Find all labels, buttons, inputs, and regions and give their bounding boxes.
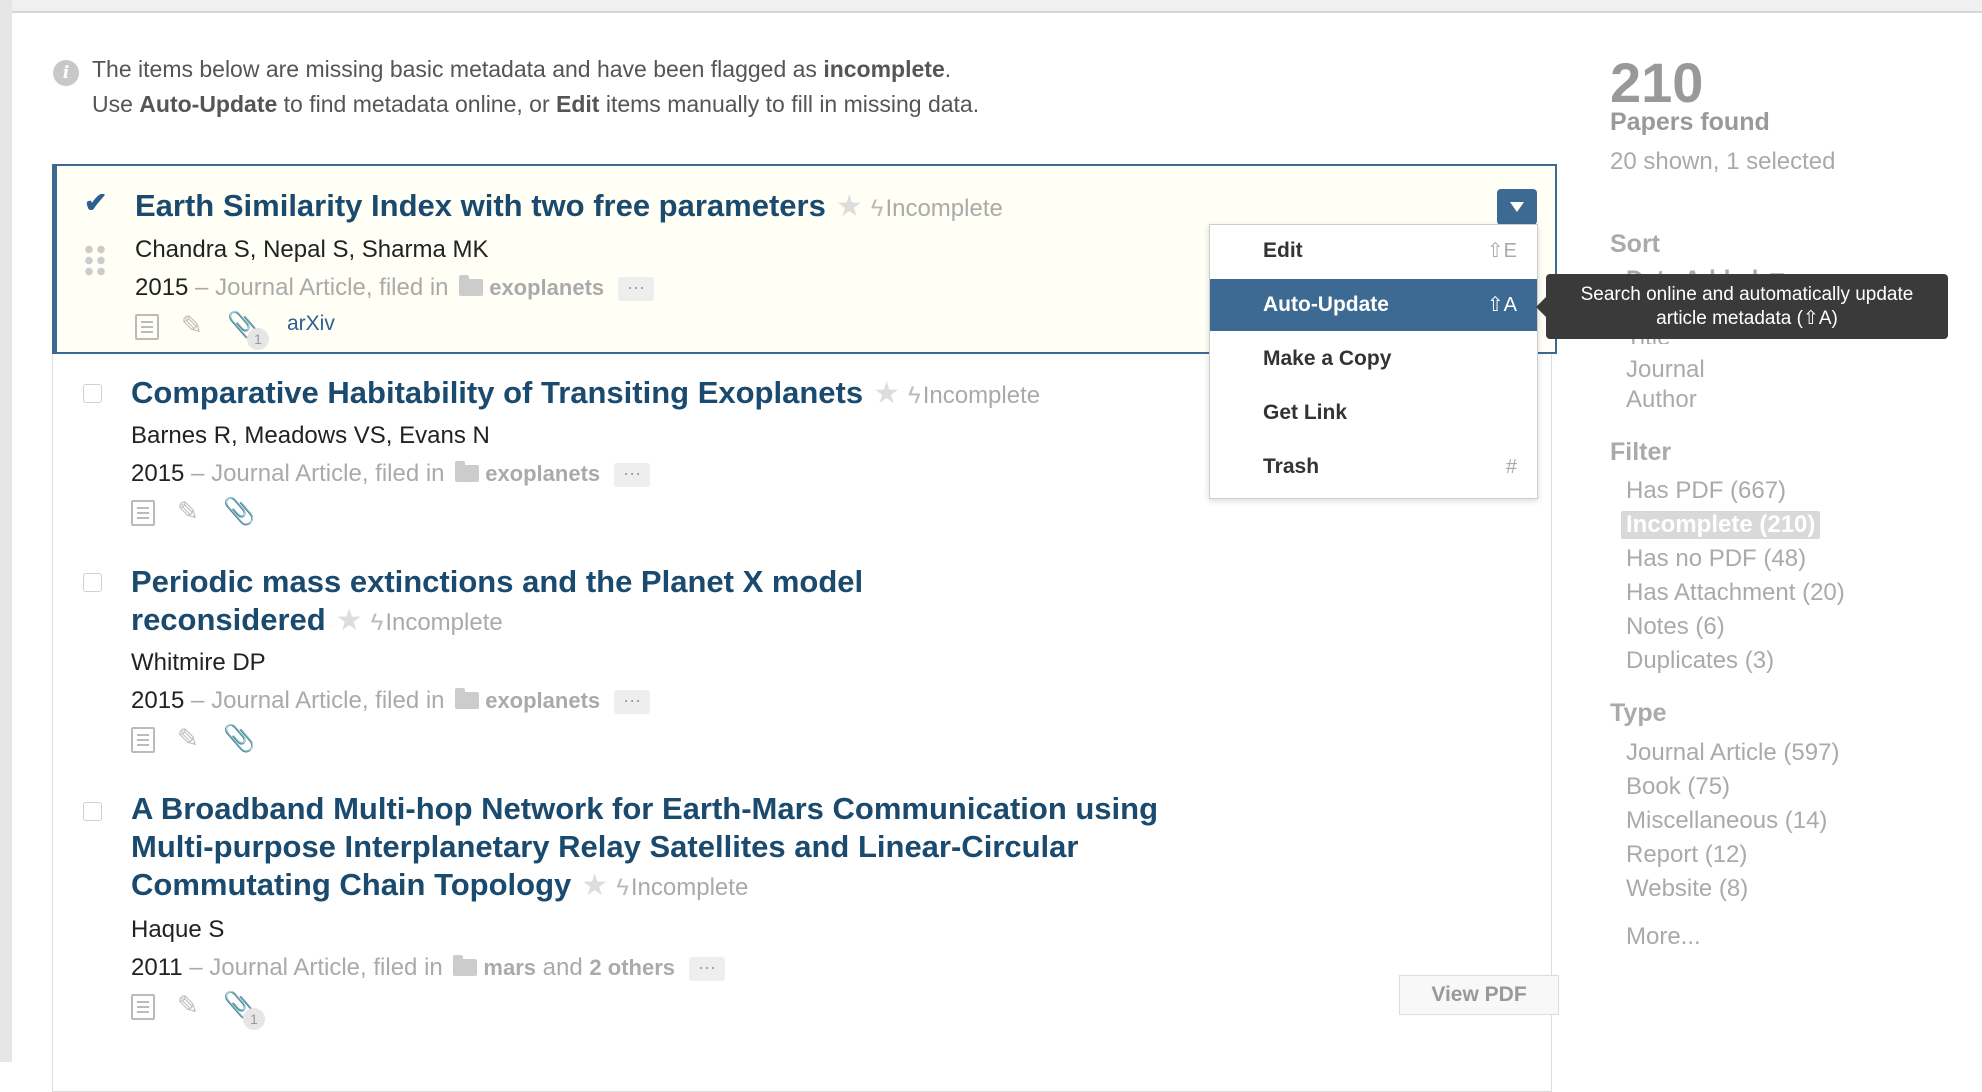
incomplete-status: ϟIncomplete bbox=[908, 382, 1041, 409]
shown-selected-status: 20 shown, 1 selected bbox=[1610, 148, 1836, 175]
filter-notes[interactable]: Notes (6) bbox=[1626, 613, 1725, 641]
bolt-icon: ϟ bbox=[908, 382, 921, 409]
bolt-icon: ϟ bbox=[616, 874, 629, 901]
pencil-icon[interactable]: ✎ bbox=[181, 310, 203, 341]
paper-item[interactable]: A Broadband Multi-hop Network for Earth-… bbox=[52, 766, 1559, 1032]
menu-item-edit[interactable]: Edit ⇧E bbox=[1210, 225, 1537, 277]
paper-authors: Haque S bbox=[131, 916, 225, 943]
view-pdf-button[interactable]: View PDF bbox=[1399, 975, 1559, 1015]
folder-icon bbox=[455, 688, 480, 709]
paperclip-icon[interactable]: 📎 bbox=[223, 723, 255, 754]
filter-has-attachment[interactable]: Has Attachment (20) bbox=[1626, 579, 1845, 607]
star-icon[interactable]: ★ bbox=[581, 869, 608, 902]
paperclip-icon[interactable]: 📎 bbox=[223, 496, 255, 527]
bolt-icon: ϟ bbox=[870, 195, 884, 222]
item-checkbox[interactable]: ✔ bbox=[84, 189, 107, 217]
more-types-link[interactable]: More... bbox=[1626, 923, 1701, 951]
item-context-menu: Edit ⇧E Auto-Update ⇧A Make a Copy Get Lin… bbox=[1209, 224, 1538, 499]
paper-authors: Whitmire DP bbox=[131, 649, 266, 676]
notes-icon[interactable] bbox=[135, 314, 159, 340]
incomplete-status: ϟIncomplete bbox=[370, 609, 503, 636]
result-count: 210 bbox=[1610, 51, 1704, 114]
filter-incomplete[interactable]: Incomplete (210) bbox=[1621, 511, 1821, 539]
incomplete-status: ϟIncomplete bbox=[870, 195, 1003, 222]
menu-item-get-link[interactable]: Get Link bbox=[1210, 387, 1537, 439]
filter-header: Filter bbox=[1610, 438, 1672, 466]
item-menu-button[interactable] bbox=[1497, 189, 1537, 225]
notes-icon[interactable] bbox=[131, 727, 155, 753]
scrollbar[interactable] bbox=[0, 0, 12, 1062]
filter-has-no-pdf[interactable]: Has no PDF (48) bbox=[1626, 545, 1806, 573]
folder-name[interactable]: exoplanets bbox=[485, 461, 600, 486]
star-icon[interactable]: ★ bbox=[836, 190, 863, 223]
sort-option-author[interactable]: Author bbox=[1626, 386, 1697, 414]
filter-has-pdf[interactable]: Has PDF (667) bbox=[1626, 477, 1786, 505]
folder-name[interactable]: exoplanets bbox=[485, 688, 600, 713]
folder-icon bbox=[453, 955, 478, 976]
star-icon[interactable]: ★ bbox=[336, 604, 363, 637]
item-checkbox[interactable] bbox=[83, 384, 102, 403]
incomplete-status: ϟIncomplete bbox=[616, 874, 749, 901]
notes-icon[interactable] bbox=[131, 994, 155, 1020]
item-checkbox[interactable] bbox=[83, 573, 102, 592]
folder-icon bbox=[455, 461, 480, 482]
sort-option-journal[interactable]: Journal bbox=[1626, 356, 1705, 384]
folder-icon bbox=[459, 275, 484, 296]
paper-title[interactable]: A Broadband Multi-hop Network for Earth-… bbox=[131, 790, 1158, 907]
more-folders-button[interactable]: ··· bbox=[618, 277, 655, 301]
paper-authors: Chandra S, Nepal S, Sharma MK bbox=[135, 236, 489, 263]
arxiv-link[interactable]: arXiv bbox=[287, 312, 335, 336]
paper-authors: Barnes R, Meadows VS, Evans N bbox=[131, 422, 490, 449]
folder-name[interactable]: exoplanets bbox=[489, 275, 604, 300]
menu-item-make-copy[interactable]: Make a Copy bbox=[1210, 333, 1537, 385]
drag-handle[interactable] bbox=[83, 244, 107, 278]
item-checkbox[interactable] bbox=[83, 802, 102, 821]
type-report[interactable]: Report (12) bbox=[1626, 841, 1747, 869]
result-count-label: Papers found bbox=[1610, 108, 1770, 136]
attachment-count: 1 bbox=[243, 1008, 265, 1030]
pencil-icon[interactable]: ✎ bbox=[177, 496, 199, 527]
type-journal-article[interactable]: Journal Article (597) bbox=[1626, 739, 1839, 767]
paper-item[interactable]: Periodic mass extinctions and the Planet… bbox=[52, 539, 1552, 767]
paper-title[interactable]: Periodic mass extinctions and the Planet… bbox=[131, 563, 863, 642]
auto-update-tooltip: Search online and automatically update a… bbox=[1536, 274, 1948, 339]
paper-meta: 2011 – Journal Article, filed in mars an… bbox=[131, 954, 725, 982]
notice-line-2: Use Auto-Update to find metadata online,… bbox=[92, 91, 980, 117]
top-bar bbox=[12, 0, 1982, 13]
type-header: Type bbox=[1610, 699, 1667, 727]
pencil-icon[interactable]: ✎ bbox=[177, 723, 199, 754]
paper-meta: 2015 – Journal Article, filed in exoplan… bbox=[131, 687, 651, 715]
menu-item-trash[interactable]: Trash # bbox=[1210, 441, 1537, 493]
folder-name[interactable]: mars bbox=[483, 955, 536, 980]
type-miscellaneous[interactable]: Miscellaneous (14) bbox=[1626, 807, 1827, 835]
info-icon: i bbox=[53, 60, 79, 86]
star-icon[interactable]: ★ bbox=[873, 377, 900, 410]
more-folders-button[interactable]: ··· bbox=[689, 957, 725, 981]
paper-meta: 2015 – Journal Article, filed in exoplan… bbox=[135, 274, 655, 302]
other-folders-link[interactable]: 2 others bbox=[589, 955, 675, 980]
paper-meta: 2015 – Journal Article, filed in exoplan… bbox=[131, 460, 651, 488]
sort-header: Sort bbox=[1610, 230, 1660, 258]
type-book[interactable]: Book (75) bbox=[1626, 773, 1730, 801]
notes-icon[interactable] bbox=[131, 500, 155, 526]
paper-title[interactable]: Earth Similarity Index with two free par… bbox=[135, 187, 1003, 228]
more-folders-button[interactable]: ··· bbox=[614, 690, 651, 714]
type-website[interactable]: Website (8) bbox=[1626, 875, 1748, 903]
pencil-icon[interactable]: ✎ bbox=[177, 990, 199, 1021]
notice-line-1: The items below are missing basic metada… bbox=[92, 56, 952, 82]
menu-item-auto-update[interactable]: Auto-Update ⇧A bbox=[1210, 279, 1537, 331]
more-folders-button[interactable]: ··· bbox=[614, 463, 651, 487]
bolt-icon: ϟ bbox=[370, 609, 384, 636]
filter-duplicates[interactable]: Duplicates (3) bbox=[1626, 647, 1774, 675]
attachment-count: 1 bbox=[247, 328, 269, 350]
paper-title[interactable]: Comparative Habitability of Transiting E… bbox=[131, 374, 1040, 415]
